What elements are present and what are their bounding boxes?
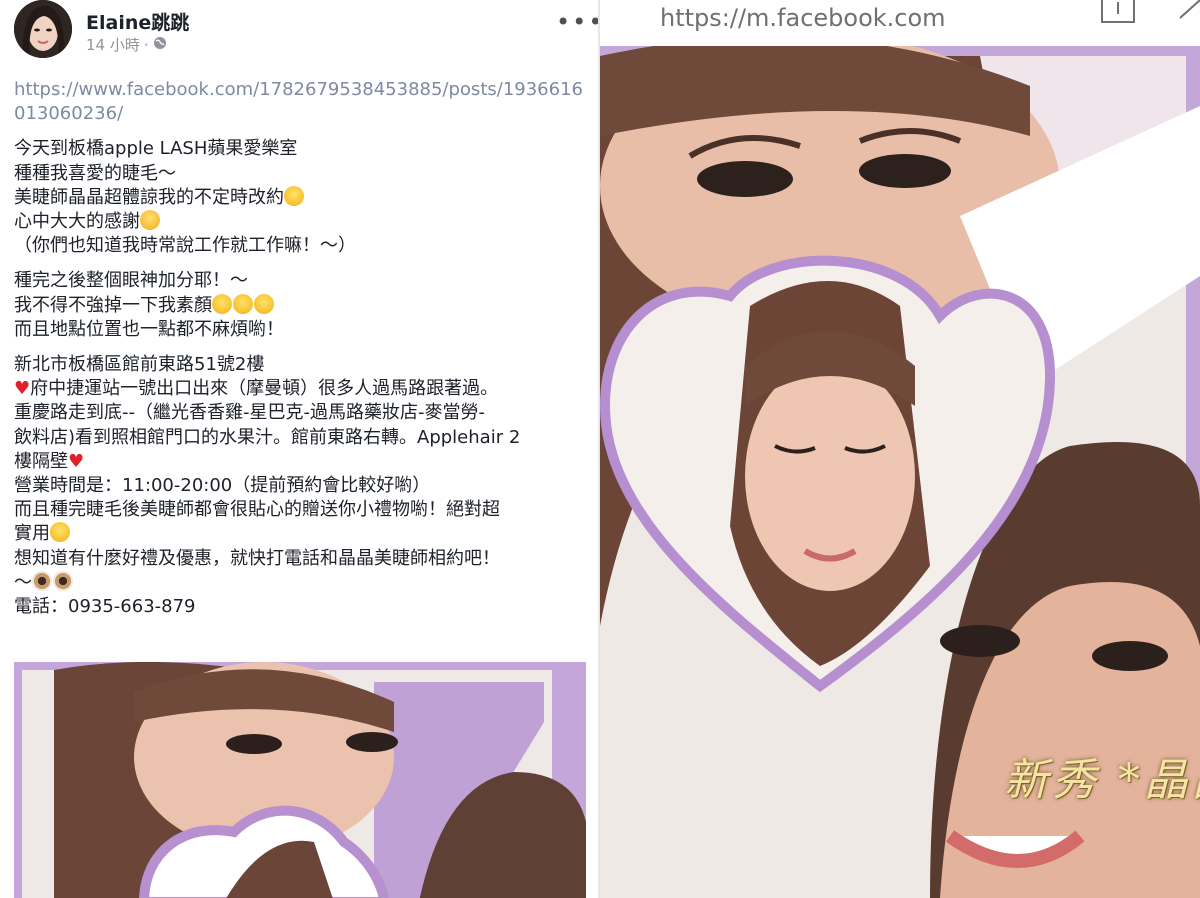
facebook-post-panel: Elaine跳跳 14 小時 · ••• https://www.faceboo… — [0, 0, 600, 898]
eye-emoji-icon — [53, 570, 73, 591]
paragraph-1: 今天到板橋apple LASH蘋果愛樂室 種種我喜愛的睫毛～ 美睫師晶晶超體諒我… — [14, 137, 588, 258]
author-name[interactable]: Elaine跳跳 — [86, 8, 189, 35]
text-line: 府中捷運站一號出口出來（摩曼頓）很多人過馬路跟著過。 — [30, 378, 499, 400]
text-line: ～ — [14, 571, 32, 593]
text-line: 種完之後整個眼神加分耶！～ — [14, 270, 248, 292]
browser-panel: https://m.facebook.com 新秀 *晶 — [600, 0, 1200, 898]
text-line: 新北市板橋區館前東路51號2樓 — [14, 354, 265, 376]
text-line: 重慶路走到底--（繼光香香雞-星巴克-過馬路藥妝店-麥當勞- — [14, 402, 485, 424]
share-icon[interactable] — [1098, 0, 1138, 24]
smile-emoji-icon — [50, 522, 70, 543]
text-line: 電話：0935-663-879 — [14, 596, 196, 618]
red-heart-icon: ♥ — [14, 378, 31, 400]
post-time[interactable]: 14 小時 — [86, 34, 140, 55]
avatar[interactable] — [14, 0, 72, 58]
eye-emoji-icon — [32, 570, 52, 591]
text-line: 營業時間是：11:00-20:00（提前預約會比較好喲） — [14, 475, 431, 497]
paragraph-3: 新北市板橋區館前東路51號2樓 ♥府中捷運站一號出口出來（摩曼頓）很多人過馬路跟… — [14, 353, 588, 619]
post-text: https://www.facebook.com/178267953845388… — [14, 78, 588, 630]
url-text[interactable]: https://m.facebook.com — [660, 4, 946, 32]
text-line: 而且地點位置也一點都不麻煩喲！ — [14, 318, 284, 340]
smile-emoji-icon — [212, 293, 232, 314]
text-line: 而且種完睫毛後美睫師都會很貼心的贈送你小禮物喲！絕對超 — [14, 499, 500, 521]
text-line: 實用 — [14, 523, 50, 545]
more-options-icon[interactable]: ••• — [556, 8, 600, 36]
smile-emoji-icon — [254, 293, 274, 314]
post-photo[interactable] — [14, 662, 586, 898]
post-link[interactable]: https://www.facebook.com/178267953845388… — [14, 79, 583, 124]
browser-address-bar: https://m.facebook.com — [600, 0, 1200, 46]
text-line: 想知道有什麼好禮及優惠，就快打電話和晶晶美睫師相約吧！ — [14, 547, 500, 569]
post-meta: 14 小時 · — [86, 34, 167, 55]
grin-sweat-emoji-icon — [284, 185, 304, 206]
text-line: 我不得不強掉一下我素顏 — [14, 294, 212, 316]
photo-viewer[interactable]: 新秀 *晶晶美睫師* — [600, 46, 1200, 898]
globe-icon — [153, 36, 167, 54]
text-line: 樓隔壁 — [14, 450, 68, 472]
hugging-emoji-icon — [140, 210, 160, 231]
text-line: 飲料店)看到照相館門口的水果汁。館前東路右轉。Applehair 2 — [14, 426, 521, 448]
paragraph-2: 種完之後整個眼神加分耶！～ 我不得不強掉一下我素顏 而且地點位置也一點都不麻煩喲… — [14, 269, 588, 342]
text-line: 美睫師晶晶超體諒我的不定時改約 — [14, 186, 284, 208]
photo-caption: 新秀 *晶晶美睫師* — [1004, 755, 1200, 806]
meta-separator: · — [143, 35, 149, 54]
text-line: 種種我喜愛的睫毛～ — [14, 162, 176, 184]
text-line: （你們也知道我時常說工作就工作嘛！～） — [14, 235, 356, 257]
close-icon[interactable] — [1174, 0, 1200, 24]
text-line: 心中大大的感謝 — [14, 211, 140, 233]
post-header: Elaine跳跳 14 小時 · ••• — [0, 0, 600, 62]
smile-emoji-icon — [233, 293, 253, 314]
text-line: 今天到板橋apple LASH蘋果愛樂室 — [14, 138, 298, 160]
red-heart-icon: ♥ — [68, 450, 85, 472]
